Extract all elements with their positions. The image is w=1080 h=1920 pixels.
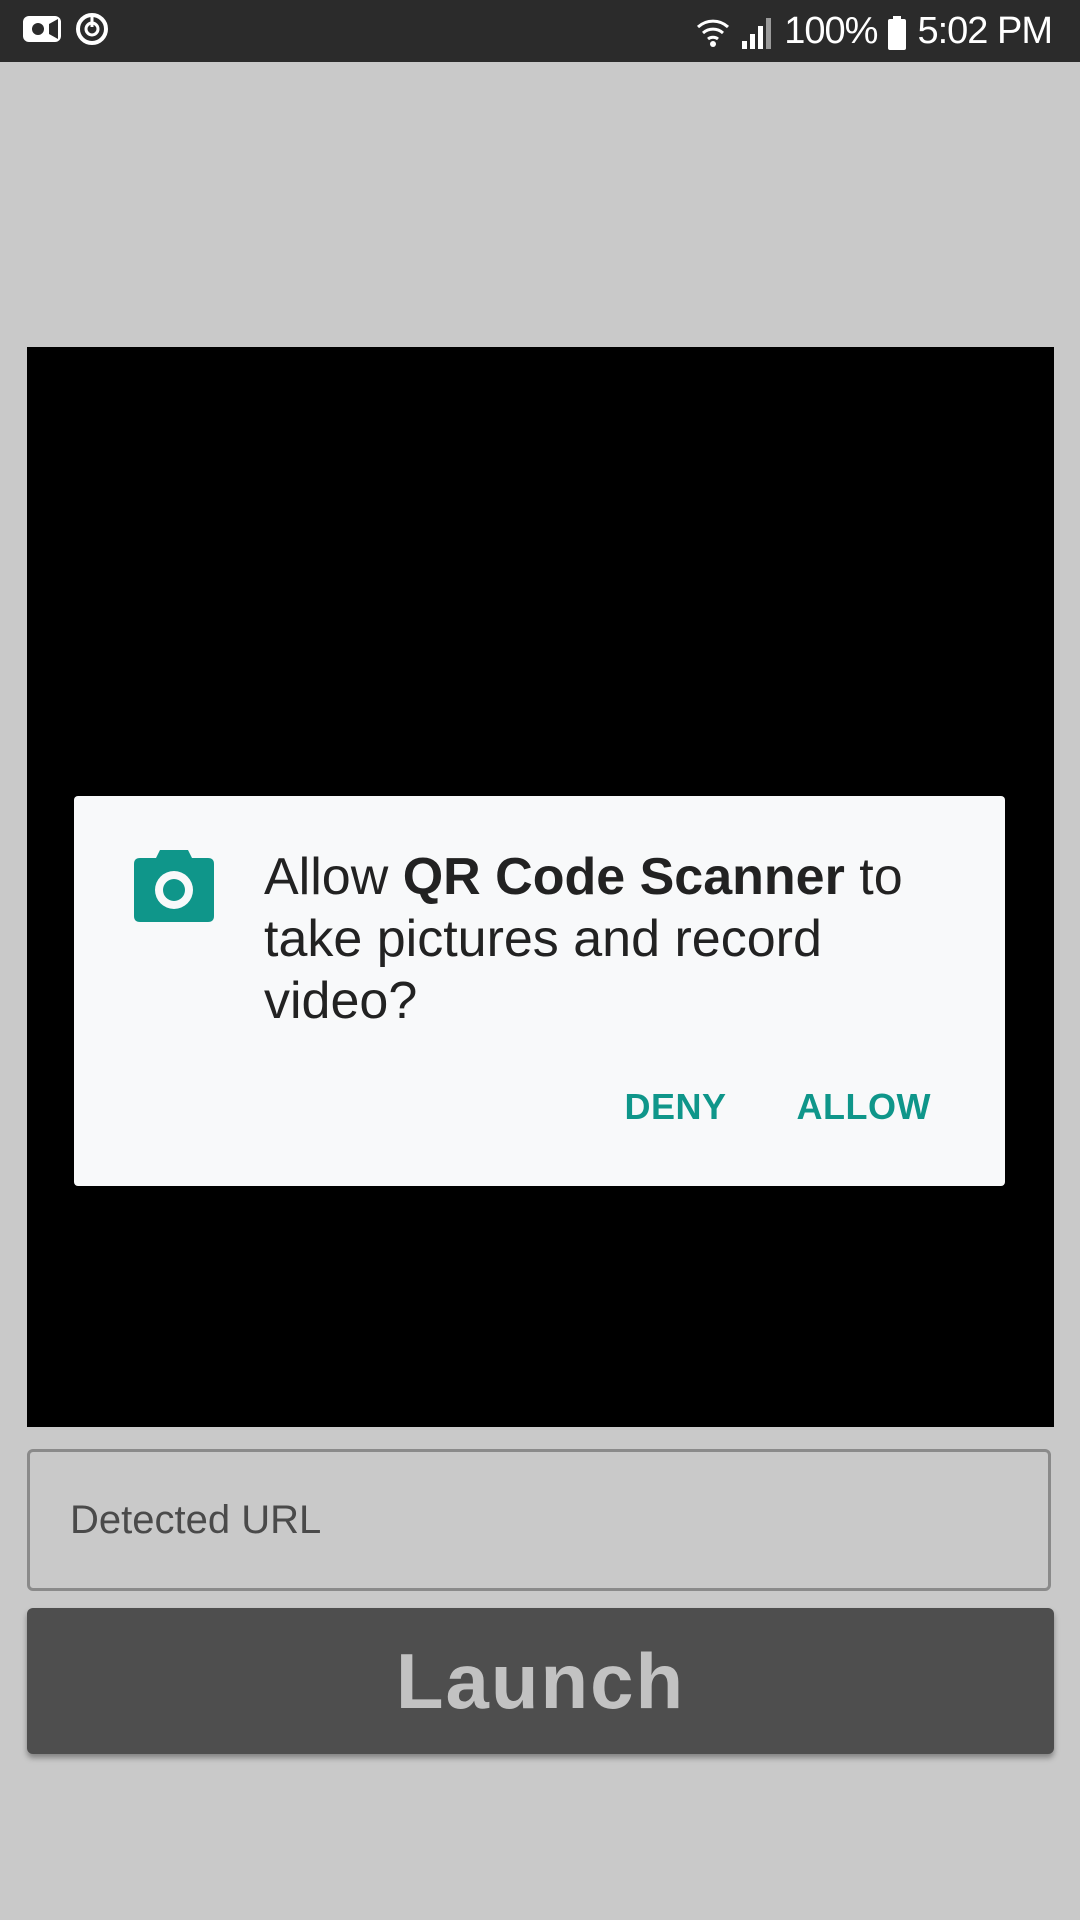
status-bar: 100% 5:02 PM bbox=[0, 0, 1080, 62]
deny-button[interactable]: DENY bbox=[625, 1086, 727, 1128]
video-camera-icon bbox=[22, 14, 62, 49]
status-time: 5:02 PM bbox=[917, 10, 1053, 52]
status-bar-right: 100% 5:02 PM bbox=[696, 0, 1053, 62]
detected-url-placeholder: Detected URL bbox=[70, 1497, 322, 1542]
status-bar-left bbox=[22, 0, 110, 62]
app-name: QR Code Scanner bbox=[402, 848, 845, 906]
signal-icon bbox=[740, 0, 774, 62]
allow-button[interactable]: ALLOW bbox=[797, 1086, 931, 1128]
launch-button-label: Launch bbox=[395, 1636, 686, 1725]
message-prefix: Allow bbox=[264, 848, 403, 906]
battery-percentage: 100% bbox=[784, 10, 878, 52]
detected-url-field[interactable]: Detected URL bbox=[27, 1449, 1051, 1591]
permission-dialog: Allow QR Code Scanner to take pictures a… bbox=[74, 796, 1005, 1186]
wifi-icon bbox=[696, 0, 730, 62]
data-saver-icon bbox=[74, 11, 110, 52]
dialog-actions: DENY ALLOW bbox=[625, 1086, 932, 1128]
camera-icon bbox=[134, 850, 214, 922]
permission-message: Allow QR Code Scanner to take pictures a… bbox=[264, 846, 954, 1032]
battery-icon bbox=[887, 0, 907, 62]
launch-button[interactable]: Launch bbox=[27, 1608, 1054, 1754]
